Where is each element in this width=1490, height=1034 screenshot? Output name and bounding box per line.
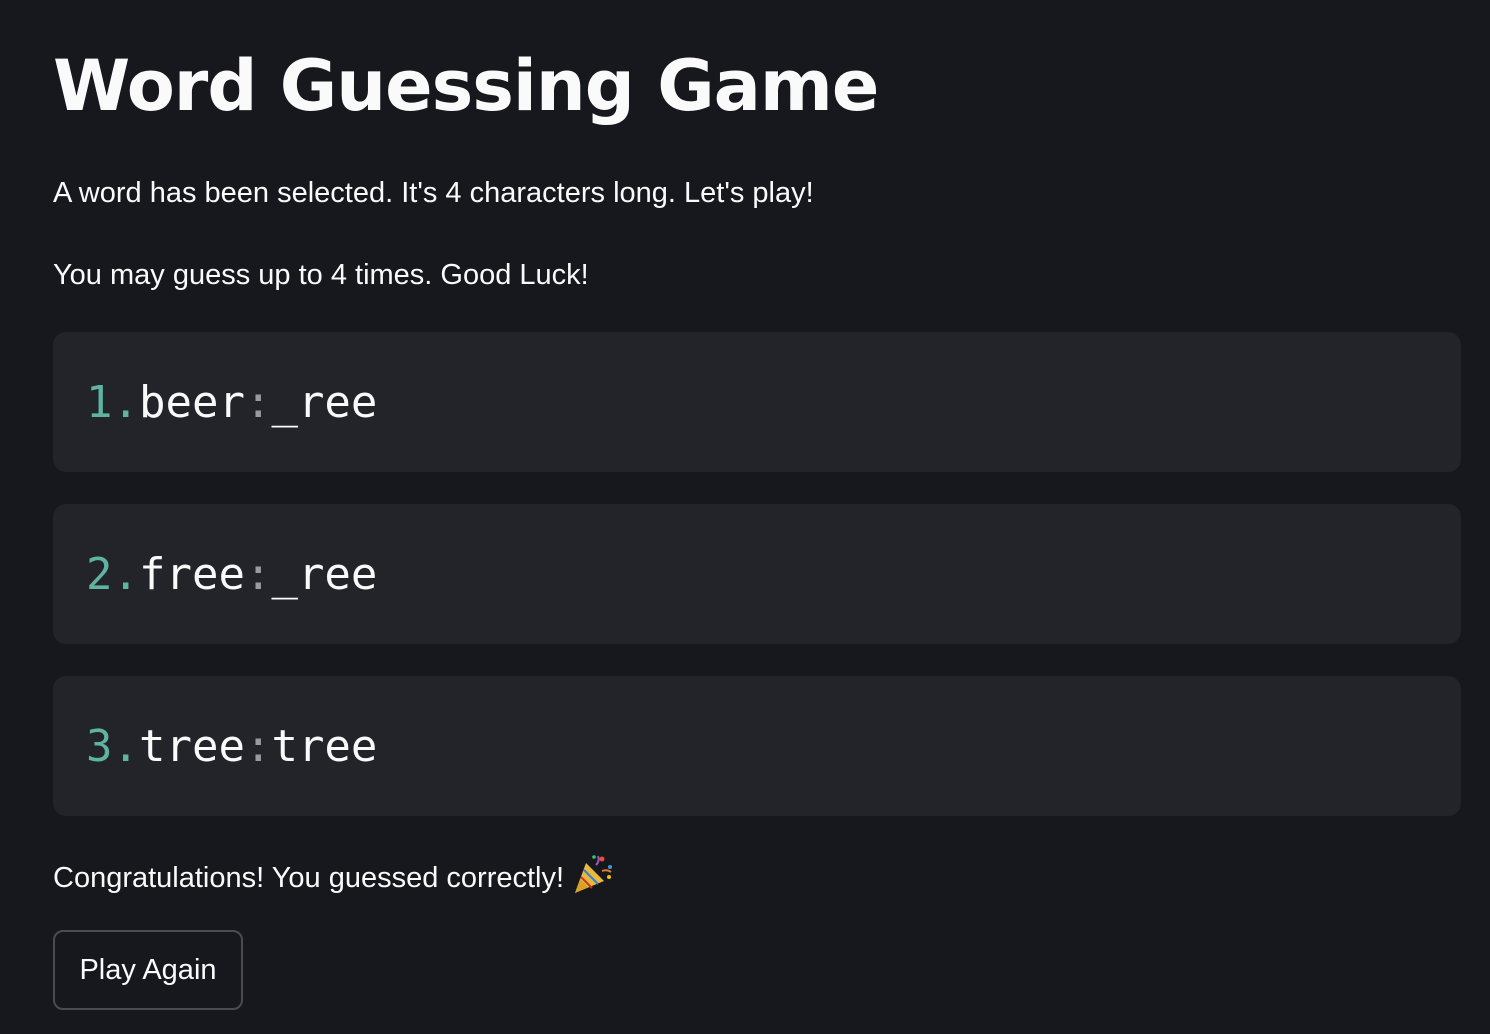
guess-number: 1. [86, 376, 139, 428]
guess-word: free [138, 548, 245, 600]
guess-code-block: 2. free : _ree [53, 504, 1461, 644]
guess-code-block: 3. tree : tree [53, 676, 1461, 816]
guess-result: _ree [271, 548, 378, 600]
party-popper-icon [572, 853, 614, 895]
guess-word: beer [138, 376, 245, 428]
play-again-button[interactable]: Play Again [53, 930, 243, 1010]
page-title: Word Guessing Game [53, 45, 879, 127]
guess-word: tree [138, 720, 245, 772]
guess-result: tree [271, 720, 378, 772]
guess-separator: : [244, 548, 272, 600]
guess-separator: : [244, 376, 272, 428]
guess-number: 2. [86, 548, 139, 600]
guess-code-block: 1. beer : _ree [53, 332, 1461, 472]
guess-result: _ree [271, 376, 378, 428]
guess-number: 3. [86, 720, 139, 772]
guess-limit-text: You may guess up to 4 times. Good Luck! [53, 259, 589, 291]
intro-text: A word has been selected. It's 4 charact… [53, 177, 814, 209]
congrats-text: Congratulations! You guessed correctly! [53, 862, 565, 894]
congrats-message: Congratulations! You guessed correctly! [53, 853, 614, 898]
guess-separator: : [244, 720, 272, 772]
